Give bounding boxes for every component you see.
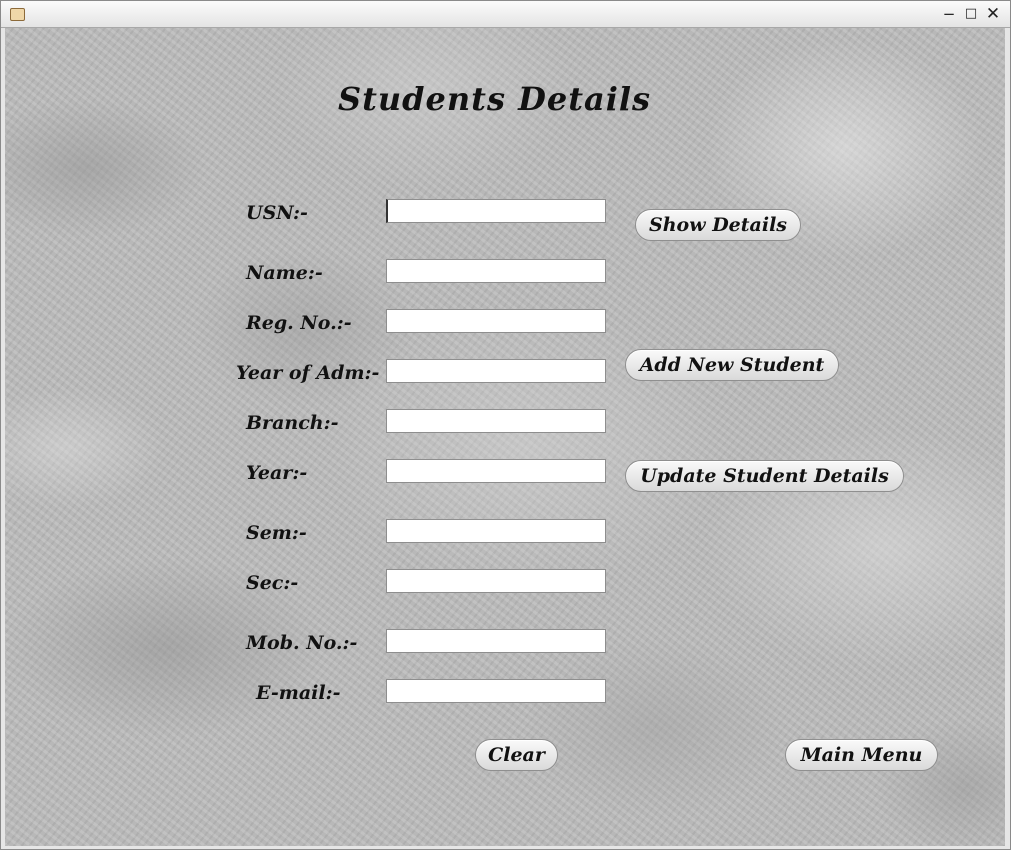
mob-no-label: Mob. No.:- xyxy=(246,632,358,654)
form-panel: Students Details USN:- Name:- Reg. No.:-… xyxy=(5,28,1005,846)
title-bar: − □ ✕ xyxy=(1,1,1010,28)
year-label: Year:- xyxy=(246,462,308,484)
email-field[interactable] xyxy=(386,679,606,703)
page-title: Students Details xyxy=(338,80,652,118)
usn-field[interactable] xyxy=(386,199,606,223)
year-of-adm-label: Year of Adm:- xyxy=(236,362,380,384)
usn-label: USN:- xyxy=(246,202,308,224)
branch-label: Branch:- xyxy=(246,412,339,434)
branch-field[interactable] xyxy=(386,409,606,433)
reg-no-label: Reg. No.:- xyxy=(246,312,352,334)
email-label: E-mail:- xyxy=(256,682,341,704)
update-student-details-button[interactable]: Update Student Details xyxy=(625,460,904,492)
sec-field[interactable] xyxy=(386,569,606,593)
maximize-button[interactable]: □ xyxy=(961,4,981,24)
sem-label: Sem:- xyxy=(246,522,307,544)
close-button[interactable]: ✕ xyxy=(983,4,1003,24)
name-label: Name:- xyxy=(246,262,323,284)
java-app-icon xyxy=(10,8,25,21)
add-new-student-button[interactable]: Add New Student xyxy=(625,349,839,381)
minimize-button[interactable]: − xyxy=(939,4,959,24)
year-of-adm-field[interactable] xyxy=(386,359,606,383)
name-field[interactable] xyxy=(386,259,606,283)
reg-no-field[interactable] xyxy=(386,309,606,333)
sem-field[interactable] xyxy=(386,519,606,543)
students-details-window: − □ ✕ Students Details USN:- Name:- Reg.… xyxy=(0,0,1011,850)
mob-no-field[interactable] xyxy=(386,629,606,653)
year-field[interactable] xyxy=(386,459,606,483)
show-details-button[interactable]: Show Details xyxy=(635,209,801,241)
sec-label: Sec:- xyxy=(246,572,299,594)
clear-button[interactable]: Clear xyxy=(475,739,558,771)
main-menu-button[interactable]: Main Menu xyxy=(785,739,938,771)
